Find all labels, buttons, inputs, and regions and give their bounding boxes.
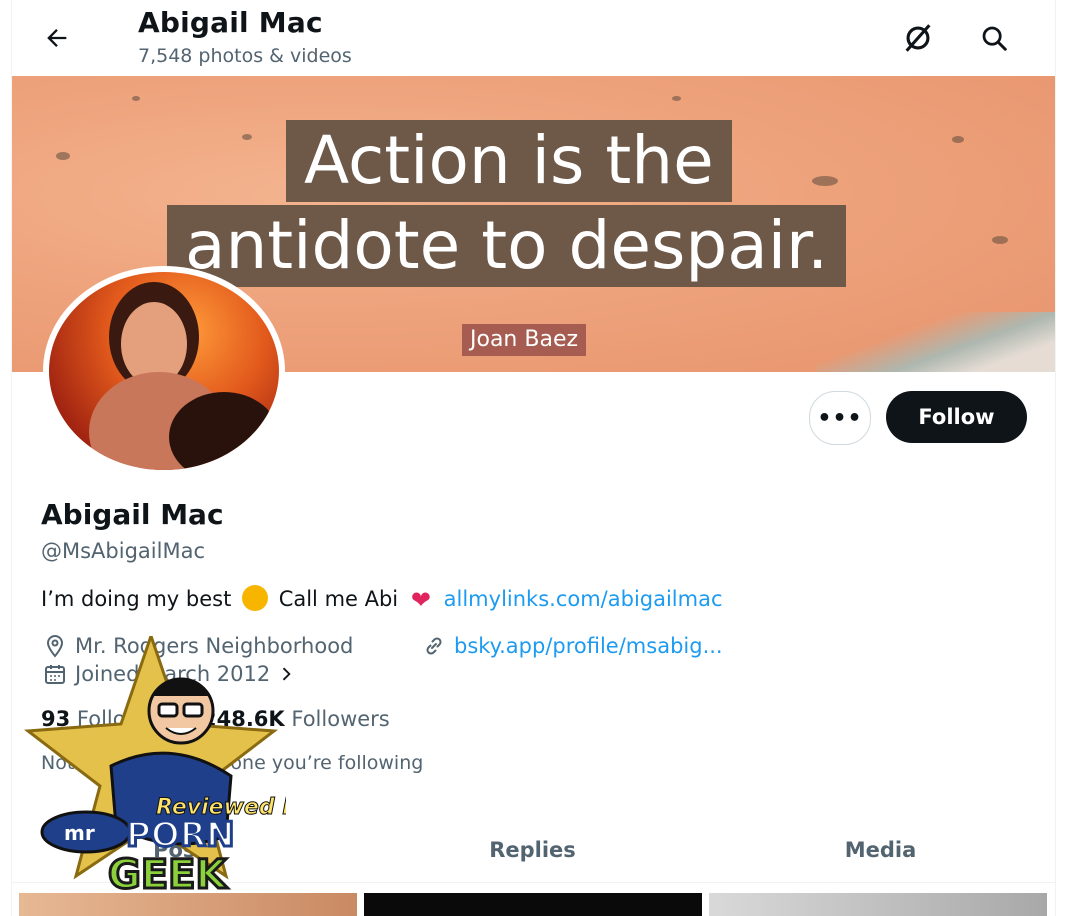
bio-text-2: Call me Abi — [278, 587, 399, 611]
red-heart-emoji-icon: ❤ — [410, 586, 431, 614]
banner-quote-line-1: Action is the — [286, 120, 732, 202]
bio-text-1: I’m doing my best — [41, 587, 232, 611]
more-options-button[interactable]: ••• — [809, 391, 871, 445]
profile-website[interactable]: bsky.app/profile/msabig... — [422, 634, 723, 658]
banner-wave-decoration — [815, 312, 1055, 372]
back-button[interactable] — [37, 18, 77, 58]
upside-down-face-emoji-icon — [242, 585, 268, 611]
watermark-mr: mr — [64, 821, 95, 845]
followers-label: Followers — [291, 707, 390, 731]
profile-name: Abigail Mac — [41, 498, 224, 531]
media-thumbnail[interactable] — [364, 893, 702, 916]
avatar-photo — [49, 272, 279, 470]
profile-avatar[interactable] — [43, 266, 285, 476]
link-icon — [426, 637, 442, 655]
grok-icon — [905, 24, 931, 52]
watermark-porn: PORN — [126, 815, 234, 855]
arrow-left-icon — [47, 29, 67, 47]
banner-quote-line-2: antidote to despair. — [167, 205, 847, 287]
website-link[interactable]: bsky.app/profile/msabig... — [454, 634, 723, 658]
header-title: Abigail Mac — [138, 6, 323, 39]
tab-media[interactable]: Media — [706, 818, 1055, 882]
watermark-geek: GEEK — [108, 852, 228, 898]
bio-link[interactable]: allmylinks.com/abigailmac — [444, 587, 723, 611]
follow-button[interactable]: Follow — [886, 391, 1027, 443]
media-thumbnail[interactable] — [709, 893, 1047, 916]
tab-replies[interactable]: Replies — [359, 818, 706, 882]
top-bar: Abigail Mac 7,548 photos & videos — [12, 0, 1055, 76]
banner-quote-author: Joan Baez — [462, 324, 587, 356]
header-post-count: 7,548 photos & videos — [138, 45, 352, 67]
grok-button[interactable] — [898, 18, 938, 58]
profile-handle: @MsAbigailMac — [41, 539, 205, 563]
reviewed-by-watermark-logo: Reviewed by mr PORN GEEK — [23, 636, 286, 898]
search-icon — [982, 26, 1007, 51]
search-button[interactable] — [974, 18, 1014, 58]
profile-bio: I’m doing my best Call me Abi ❤ allmylin… — [41, 585, 723, 614]
